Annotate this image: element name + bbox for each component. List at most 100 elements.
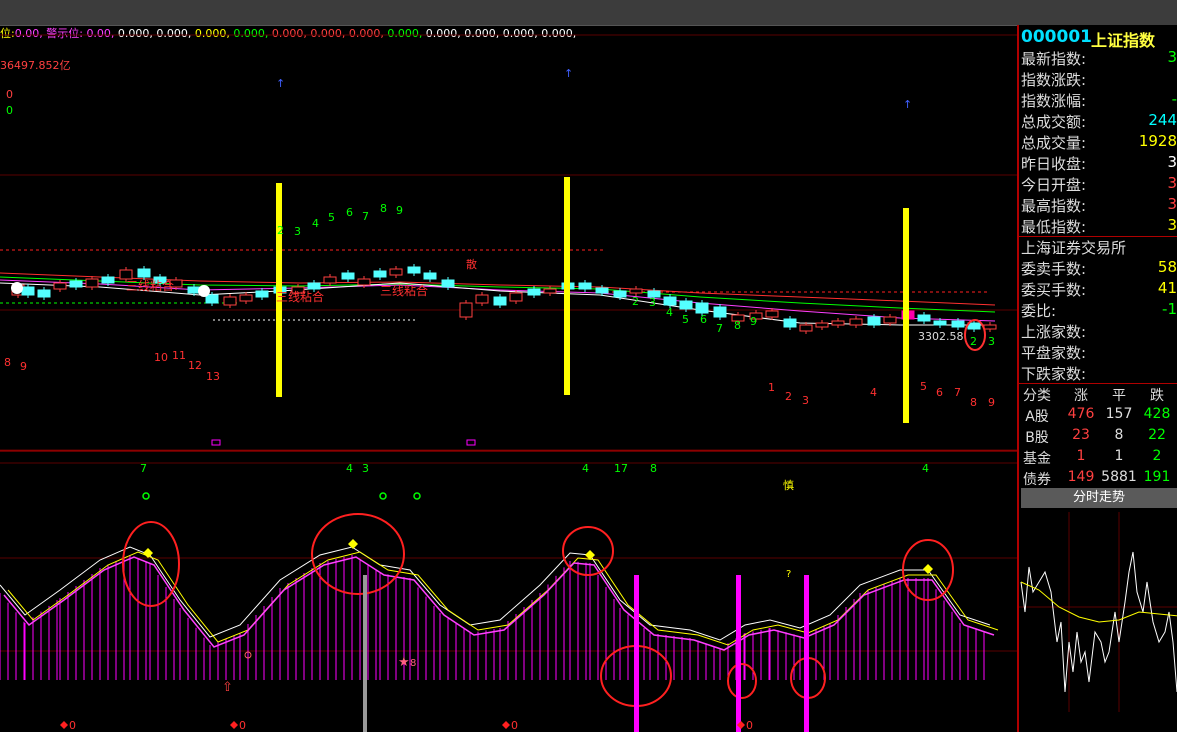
quote-row: 上涨家数: <box>1019 321 1177 342</box>
candle-body <box>679 300 693 310</box>
candle-body <box>239 294 253 302</box>
candle-body <box>21 286 35 296</box>
table-cell-flat: 8 <box>1114 427 1124 443</box>
table-row[interactable]: 债券 149 5881 191 <box>1019 469 1177 490</box>
candle-body <box>223 296 237 306</box>
count-number: 5 <box>328 211 335 224</box>
quote-row-label: 委比: <box>1021 302 1057 320</box>
table-row[interactable]: A股 476 157 428 <box>1019 406 1177 427</box>
count-number: 4 <box>312 217 319 230</box>
quote-row-label: 上海证券交易所 <box>1021 239 1127 257</box>
highlight-circle <box>727 663 757 699</box>
bottom-diamond-icon <box>60 721 68 729</box>
up-arrow-icon: ↑ <box>276 77 285 90</box>
count-number: 8 <box>970 396 977 409</box>
table-row[interactable]: 基金 1 1 2 <box>1019 448 1177 469</box>
table-cell-up: 149 <box>1067 469 1095 485</box>
table-cell-down: 428 <box>1143 406 1171 422</box>
count-number: 9 <box>988 396 995 409</box>
bottom-label: 0 <box>746 719 753 732</box>
signal-dot-icon <box>379 492 387 500</box>
count-number: 11 <box>172 349 186 362</box>
table-row[interactable]: B股 23 8 22 <box>1019 427 1177 448</box>
count-number: 6 <box>936 386 943 399</box>
table-header-cell: 平 <box>1112 388 1126 404</box>
candle-body <box>695 302 709 314</box>
quote-row: 指数涨幅: - <box>1019 90 1177 111</box>
table-cell-name: 基金 <box>1023 451 1051 467</box>
quote-row-value: 3 <box>1167 195 1177 213</box>
count-number: 8 <box>650 462 657 475</box>
candle-body <box>53 282 67 290</box>
count-number: 4 <box>870 386 877 399</box>
candle-body <box>815 322 829 328</box>
bottom-diamond-icon <box>502 721 510 729</box>
pattern-label: 三线粘合 <box>126 278 174 293</box>
count-number: 1 <box>768 381 775 394</box>
volume-text: 36497.852亿 <box>0 59 71 72</box>
candle-body <box>37 289 51 298</box>
candle-body <box>867 316 881 326</box>
tab-intraday-trend[interactable]: 分时走势 <box>1021 488 1177 508</box>
candle-body <box>765 310 779 318</box>
candle-body <box>783 318 797 328</box>
kline-chart[interactable]: 36497.852亿00↑↑↑三线粘合三线粘合 三线粘合散3302.582 34 5 6… <box>0 25 1017 732</box>
candle-body <box>951 320 965 328</box>
count-number: 3 <box>988 335 995 348</box>
table-cell-flat: 5881 <box>1101 469 1137 485</box>
osc-line-white <box>0 546 991 641</box>
candle-body <box>578 282 592 290</box>
count-number: 3 <box>802 394 809 407</box>
quote-row-label: 最高指数: <box>1021 197 1087 215</box>
candle-body <box>493 296 507 306</box>
candle-body <box>119 269 133 280</box>
quote-row-label: 今日开盘: <box>1021 176 1087 194</box>
quote-row: 总成交量: 1928 <box>1019 132 1177 153</box>
table-header: 分类 涨 平 跌 <box>1019 385 1177 406</box>
quote-row-value: 58 <box>1157 258 1177 276</box>
candle-body <box>85 278 99 288</box>
count-number: 4 <box>582 462 589 475</box>
count-number: 6 <box>700 313 707 326</box>
quote-row-label: 最新指数: <box>1021 50 1087 68</box>
signal-bar <box>903 208 909 423</box>
smiley-icon <box>198 285 210 297</box>
table-cell-flat: 157 <box>1105 406 1133 422</box>
count-number: 4 <box>922 462 929 475</box>
count-number: 9 <box>750 315 757 328</box>
count-number: 8 <box>4 356 11 369</box>
count-number: 5 <box>920 380 927 393</box>
table-header-cell: 跌 <box>1150 388 1164 404</box>
candle-body <box>543 288 557 294</box>
quote-row-label: 委卖手数: <box>1021 260 1087 278</box>
quote-row-label: 平盘家数: <box>1021 344 1087 362</box>
pattern-label: 散 <box>466 257 477 271</box>
candle-body <box>613 290 627 298</box>
quote-row: 委买手数: 41 <box>1019 279 1177 300</box>
candle-body <box>883 316 897 324</box>
candle-body <box>967 322 981 330</box>
pattern-label: 三线粘合 <box>380 283 428 298</box>
quote-sidebar: 000001 上证指数 最新指数: 3 指数涨跌: 指数涨幅: - 总成交额: 244 总成交… <box>1017 25 1177 732</box>
count-number: 7 <box>954 386 961 399</box>
candle-body <box>475 294 489 304</box>
candle-body <box>423 272 437 280</box>
quote-row: 昨日收盘: 3 <box>1019 153 1177 174</box>
quote-row-value: 244 <box>1148 111 1177 129</box>
divider <box>1019 383 1177 384</box>
count-number: 8 <box>380 202 387 215</box>
candle-body <box>441 279 455 288</box>
quote-row-value: 3 <box>1167 216 1177 234</box>
count-number: 3 <box>649 296 656 309</box>
bottom-label: 0 <box>69 719 76 732</box>
candle-body <box>459 302 473 318</box>
count-number: 2 <box>970 335 977 348</box>
quote-row-value: 3 <box>1167 174 1177 192</box>
osc-line-yellow <box>7 551 999 646</box>
stock-code[interactable]: 000001 <box>1021 27 1092 47</box>
candle-body <box>69 280 83 288</box>
intraday-mini-chart[interactable] <box>1019 512 1177 712</box>
price-label: 3302.58 <box>918 330 964 343</box>
table-cell-down: 2 <box>1152 448 1162 464</box>
count-number: 10 <box>154 351 168 364</box>
